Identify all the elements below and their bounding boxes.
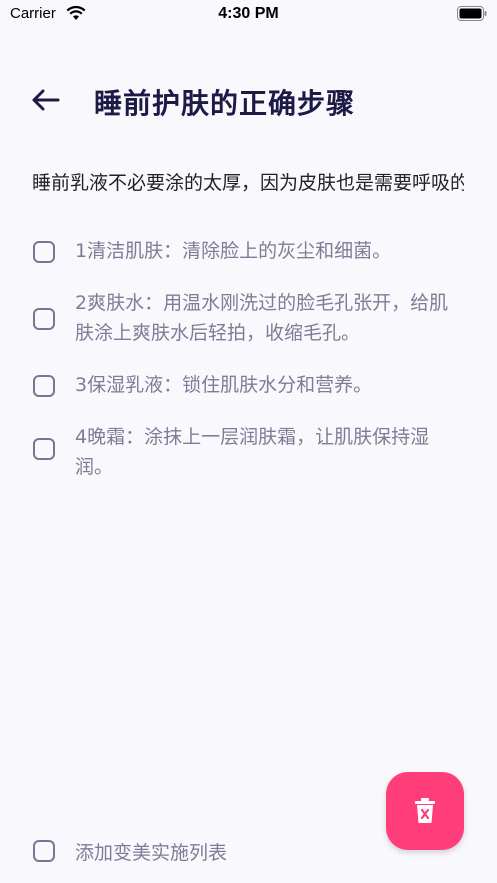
- battery-icon: [457, 6, 487, 25]
- step-text: 4晚霜：涂抹上一层润肤霜，让肌肤保持湿润。: [75, 426, 430, 478]
- page-title: 睡前护肤的正确步骤: [94, 87, 356, 120]
- list-item: 3保湿乳液：锁住肌肤水分和营养。: [0, 370, 497, 400]
- trash-icon: [415, 798, 435, 823]
- list-item: 1清洁肌肤：清除脸上的灰尘和细菌。: [0, 236, 497, 266]
- arrow-left-icon: [32, 89, 60, 111]
- add-list-checkbox[interactable]: [33, 840, 55, 862]
- step-checkbox[interactable]: [33, 375, 55, 397]
- status-bar: Carrier 4:30 PM: [0, 0, 497, 30]
- step-checkbox[interactable]: [33, 438, 55, 460]
- delete-button[interactable]: [386, 772, 464, 850]
- back-button[interactable]: [28, 86, 64, 114]
- step-checkbox[interactable]: [33, 241, 55, 263]
- step-text: 1清洁肌肤：清除脸上的灰尘和细菌。: [75, 240, 392, 262]
- step-checkbox[interactable]: [33, 308, 55, 330]
- step-text: 3保湿乳液：锁住肌肤水分和营养。: [75, 374, 373, 396]
- add-list-label: 添加变美实施列表: [75, 842, 228, 864]
- list-item: 2爽肤水：用温水刚洗过的脸毛孔张开，给肌肤涂上爽肤水后轻拍，收缩毛孔。: [0, 288, 497, 348]
- status-time: 4:30 PM: [218, 5, 279, 22]
- list-item: 4晚霜：涂抹上一层润肤霜，让肌肤保持湿润。: [0, 422, 497, 482]
- intro-text: 睡前乳液不必要涂的太厚，因为皮肤也是需要呼吸的: [32, 172, 464, 194]
- steps-list: 1清洁肌肤：清除脸上的灰尘和细菌。 2爽肤水：用温水刚洗过的脸毛孔张开，给肌肤涂…: [0, 236, 497, 504]
- step-text: 2爽肤水：用温水刚洗过的脸毛孔张开，给肌肤涂上爽肤水后轻拍，收缩毛孔。: [75, 292, 449, 344]
